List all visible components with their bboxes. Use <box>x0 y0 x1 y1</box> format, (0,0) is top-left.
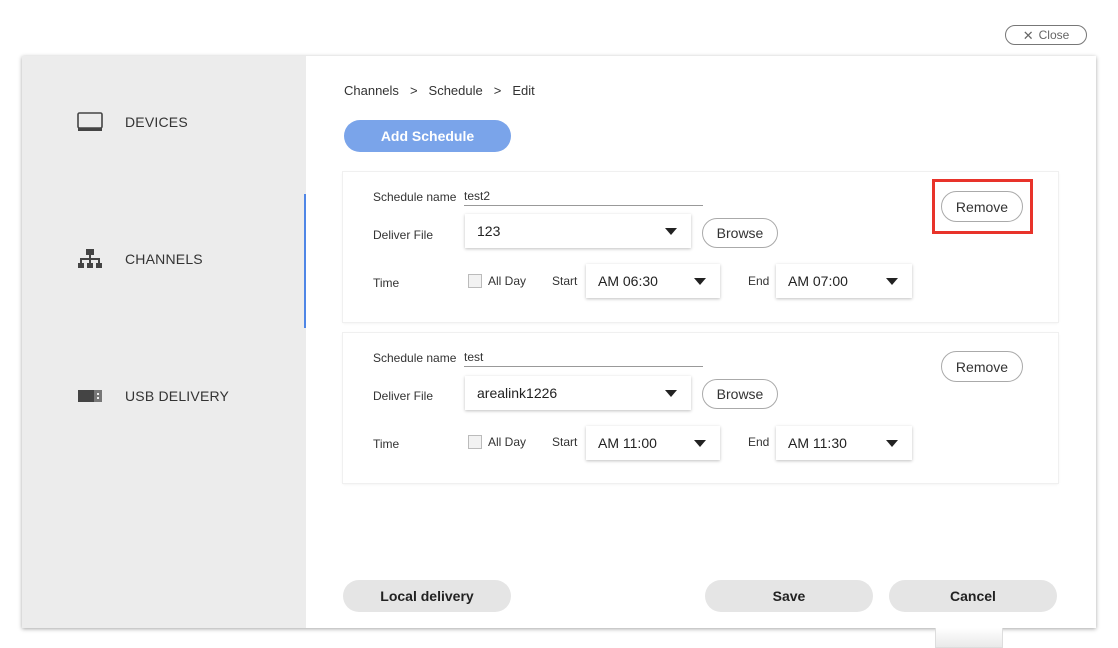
all-day-checkbox[interactable] <box>468 435 482 449</box>
start-label: Start <box>552 435 578 449</box>
sidebar: DEVICES CHANNELS USB DELIVERY <box>22 56 306 628</box>
all-day-label: All Day <box>488 435 527 449</box>
all-day-checkbox[interactable] <box>468 274 482 288</box>
deliver-file-value: 123 <box>477 223 501 239</box>
local-delivery-button[interactable]: Local delivery <box>343 580 511 612</box>
schedule-name-label: Schedule name <box>373 190 457 204</box>
close-icon: ✕ <box>1022 27 1034 43</box>
chevron-down-icon <box>694 439 706 447</box>
sidebar-item-label: DEVICES <box>125 114 188 130</box>
start-time-value: AM 11:00 <box>598 435 657 451</box>
deliver-file-value: arealink1226 <box>477 385 558 401</box>
sidebar-item-label: CHANNELS <box>125 251 203 267</box>
usb-drive-icon <box>77 388 103 404</box>
breadcrumb-item: Edit <box>512 83 535 98</box>
schedule-name-input[interactable]: test <box>464 350 703 367</box>
breadcrumb-item[interactable]: Channels <box>344 83 399 98</box>
start-time-select[interactable]: AM 11:00 <box>586 426 720 460</box>
monitor-icon <box>77 112 103 132</box>
dialog: DEVICES CHANNELS USB DELIVERY Channels >… <box>22 56 1096 628</box>
remove-highlight <box>932 179 1033 234</box>
end-time-value: AM 11:30 <box>788 435 847 451</box>
deliver-file-label: Deliver File <box>373 228 434 242</box>
chevron-down-icon <box>665 389 677 397</box>
start-time-select[interactable]: AM 06:30 <box>586 264 720 298</box>
breadcrumb-item[interactable]: Schedule <box>429 83 483 98</box>
end-label: End <box>748 435 770 449</box>
schedule-card: Schedule name test Deliver File arealink… <box>343 333 1058 483</box>
cancel-button[interactable]: Cancel <box>889 580 1057 612</box>
add-schedule-button[interactable]: Add Schedule <box>344 120 511 152</box>
browse-button[interactable]: Browse <box>702 379 778 409</box>
breadcrumb-separator: > <box>409 83 418 98</box>
sidebar-item-channels[interactable]: CHANNELS <box>77 248 203 270</box>
end-time-select[interactable]: AM 07:00 <box>776 264 912 298</box>
chevron-down-icon <box>694 277 706 285</box>
end-label: End <box>748 274 770 288</box>
deliver-file-select[interactable]: 123 <box>465 214 691 248</box>
breadcrumb: Channels > Schedule > Edit <box>344 83 535 98</box>
deliver-file-label: Deliver File <box>373 389 434 403</box>
schedule-name-input[interactable]: test2 <box>464 189 703 206</box>
background-device-edge <box>935 628 1003 648</box>
chevron-down-icon <box>886 439 898 447</box>
network-icon <box>77 248 103 270</box>
time-label: Time <box>373 276 400 290</box>
main-content: Channels > Schedule > Edit Add Schedule … <box>306 56 1096 628</box>
sidebar-item-label: USB DELIVERY <box>125 388 230 404</box>
end-time-select[interactable]: AM 11:30 <box>776 426 912 460</box>
start-label: Start <box>552 274 578 288</box>
schedule-name-label: Schedule name <box>373 351 457 365</box>
browse-button[interactable]: Browse <box>702 218 778 248</box>
sidebar-item-devices[interactable]: DEVICES <box>77 112 188 132</box>
close-label: Close <box>1038 28 1070 42</box>
time-label: Time <box>373 437 400 451</box>
close-button[interactable]: ✕ Close <box>1005 25 1087 45</box>
save-button[interactable]: Save <box>705 580 873 612</box>
breadcrumb-separator: > <box>493 83 502 98</box>
start-time-value: AM 06:30 <box>598 273 658 289</box>
all-day-label: All Day <box>488 274 527 288</box>
deliver-file-select[interactable]: arealink1226 <box>465 376 691 410</box>
end-time-value: AM 07:00 <box>788 273 848 289</box>
remove-button[interactable]: Remove <box>941 351 1023 382</box>
sidebar-item-usb-delivery[interactable]: USB DELIVERY <box>77 388 229 404</box>
schedule-card: Schedule name test2 Deliver File 123 Bro… <box>343 172 1058 322</box>
chevron-down-icon <box>886 277 898 285</box>
chevron-down-icon <box>665 227 677 235</box>
